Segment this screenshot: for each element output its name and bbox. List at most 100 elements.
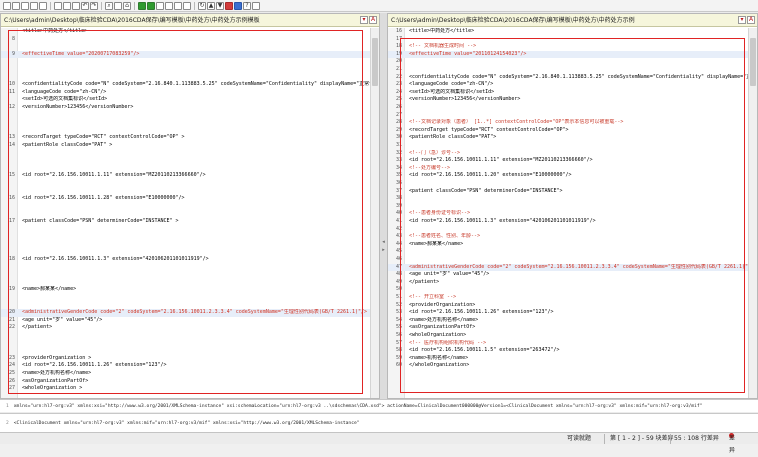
left-code-line[interactable]: 21 <age unit="岁" value="45"/> — [1, 317, 370, 325]
xml-preview-line-2[interactable]: 2 <ClinicalDocument xmlns="urn:hl7-org:v3… — [0, 413, 758, 432]
right-code-line[interactable]: 37 <patient classCode="PSN" determinerCo… — [388, 188, 748, 196]
right-font-icon[interactable]: A — [747, 16, 755, 24]
left-code-line[interactable] — [1, 340, 370, 348]
right-code-line[interactable]: 18 <!-- 文档机器生成时间 --> — [388, 43, 748, 51]
left-code-line[interactable] — [1, 210, 370, 218]
right-code-line[interactable]: 36 — [388, 180, 748, 188]
left-open-icon[interactable]: ▾ — [360, 16, 368, 24]
right-code-line[interactable]: 23 <languageCode code="zh-CN"/> — [388, 81, 748, 89]
right-code-line[interactable]: 28 <!--文档记录对象（患者） [1..*] contextControlC… — [388, 119, 748, 127]
left-code-line[interactable] — [1, 347, 370, 355]
left-code-line[interactable] — [1, 302, 370, 310]
right-code-line[interactable]: 24 <setId>可选的文档集标识</setId> — [388, 89, 748, 97]
left-font-icon[interactable]: A — [369, 16, 377, 24]
right-code-line[interactable]: 47 <administrativeGenderCode code="2" co… — [388, 263, 748, 272]
right-code-line[interactable]: 29 <recordTarget typeCode="RCT" contextC… — [388, 127, 748, 135]
right-file-pane[interactable]: C:\Users\admin\Desktop\临床检验CDA\2016CDA保存… — [387, 13, 758, 399]
left-code-line[interactable]: 25 <name>处方机构名称</name> — [1, 370, 370, 378]
left-code-line[interactable]: 9 <effectiveTime value="20200717083259"/… — [1, 50, 370, 59]
right-code-line[interactable]: 19 <effectiveTime value="20110124154023"… — [388, 50, 748, 59]
home-icon[interactable]: ⌂ — [123, 1, 131, 10]
left-code-line[interactable] — [1, 332, 370, 340]
merge-right-icon[interactable] — [183, 1, 191, 10]
left-code-line[interactable] — [1, 112, 370, 120]
left-code-line[interactable] — [1, 74, 370, 82]
right-code-line[interactable]: 17 — [388, 36, 748, 44]
right-code-line[interactable]: 35 <id root="2.16.156.10011.1.20" extens… — [388, 172, 748, 180]
left-code-line[interactable] — [1, 241, 370, 249]
right-file-path[interactable]: C:\Users\admin\Desktop\临床检验CDA\2016CDA保存… — [388, 14, 757, 27]
left-code-line[interactable] — [1, 264, 370, 272]
left-code-line[interactable] — [1, 248, 370, 256]
right-code-line[interactable]: 31 — [388, 142, 748, 150]
left-code-line[interactable] — [1, 43, 370, 51]
right-code-line[interactable]: 57 <!-- 医疗机构组织机构代码 --> — [388, 340, 748, 348]
right-code-line[interactable]: 49 </patient> — [388, 279, 748, 287]
right-code-line[interactable]: 40 <!--患者身份证号标识--> — [388, 210, 748, 218]
print-icon[interactable] — [39, 1, 47, 10]
copy-icon[interactable] — [63, 1, 71, 10]
splitter-arrows-icon[interactable]: ◂ ▸ — [381, 238, 386, 254]
up-icon[interactable]: ▲ — [207, 1, 215, 10]
left-code-line[interactable] — [1, 58, 370, 66]
right-code-line[interactable]: 52 <providerOrganization> — [388, 302, 748, 310]
right-code-line[interactable]: 48 <age unit="岁" value="45"/> — [388, 271, 748, 279]
save-icon[interactable] — [21, 1, 29, 10]
left-code-line[interactable]: 10 <confidentialityCode code="N" codeSys… — [1, 81, 370, 89]
right-code-line[interactable]: 27 — [388, 112, 748, 120]
left-code-line[interactable]: 24 <id root="2.16.156.10011.1.26" extens… — [1, 362, 370, 370]
right-scroll-thumb[interactable] — [750, 38, 756, 86]
right-code-line[interactable]: 39 — [388, 203, 748, 211]
left-code-line[interactable]: 15 <id root="2.16.156.10011.1.11" extens… — [1, 172, 370, 180]
paste-icon[interactable] — [72, 1, 80, 10]
next-diff-icon[interactable] — [147, 1, 155, 10]
left-code-line[interactable] — [1, 233, 370, 241]
left-code-line[interactable]: <title>中药处方</title> — [1, 28, 370, 36]
right-code-line[interactable]: 46 — [388, 256, 748, 264]
left-code-line[interactable]: 18 <id root="2.16.156.10011.1.3" extensi… — [1, 256, 370, 264]
left-code-line[interactable] — [1, 127, 370, 135]
right-code-line[interactable]: 41 <id root="2.16.156.10011.1.3" extensi… — [388, 218, 748, 226]
refresh-icon[interactable]: ↻ — [198, 1, 206, 10]
left-code-line[interactable] — [1, 119, 370, 127]
right-code-line[interactable]: 55 <asOrganizationPartOf> — [388, 324, 748, 332]
left-code-line[interactable]: 17 <patient classCode="PSN" determinerCo… — [1, 218, 370, 226]
right-code-line[interactable]: 25 <versionNumber>123456</versionNumber> — [388, 96, 748, 104]
open-icon[interactable] — [12, 1, 20, 10]
left-file-pane[interactable]: C:\Users\admin\Desktop\临床检验CDA\2016CDA保存… — [0, 13, 380, 399]
right-code-line[interactable]: 44 <name>郝某某</name> — [388, 241, 748, 249]
xml-preview-line-1[interactable]: 1 xmlns="urn:hl7-org:v3" xmlns:xsi="http:… — [0, 399, 758, 412]
left-code-line[interactable]: <setId>可选的文档集标识</setId> — [1, 96, 370, 104]
help-icon[interactable]: ? — [243, 1, 251, 10]
right-code-line[interactable]: 58 <id root="2.16.156.10011.1.5" extensi… — [388, 347, 748, 355]
left-code-editor[interactable]: <title>中药处方</title> 8 9 <effectiveTime val… — [1, 28, 370, 398]
left-code-line[interactable]: 22 </patient> — [1, 324, 370, 332]
merge-left-icon[interactable] — [174, 1, 182, 10]
right-code-line[interactable]: 20 — [388, 58, 748, 66]
right-code-line[interactable]: 42 — [388, 226, 748, 234]
left-code-line[interactable] — [1, 279, 370, 287]
right-open-icon[interactable]: ▾ — [738, 16, 746, 24]
left-code-line[interactable] — [1, 294, 370, 302]
pane-splitter[interactable]: ◂ ▸ — [380, 13, 387, 399]
new-icon[interactable] — [3, 1, 11, 10]
undo-icon[interactable]: ↶ — [81, 1, 89, 10]
right-code-line[interactable]: 22 <confidentialityCode code="N" codeSys… — [388, 74, 748, 82]
left-code-line[interactable]: 19 <name>郝某某</name> — [1, 286, 370, 294]
right-code-line[interactable]: 38 — [388, 195, 748, 203]
left-code-line[interactable] — [1, 393, 370, 398]
left-vertical-scrollbar[interactable] — [370, 28, 379, 398]
right-code-line[interactable]: 30 <patientRole classCode="PAT"> — [388, 134, 748, 142]
right-code-line[interactable]: 59 <name>机构名称</name> — [388, 355, 748, 363]
left-code-line[interactable] — [1, 188, 370, 196]
left-code-line[interactable] — [1, 180, 370, 188]
left-code-line[interactable] — [1, 150, 370, 158]
right-code-line[interactable]: 45 — [388, 248, 748, 256]
left-code-line[interactable]: 11 <languageCode code="zh-CN"/> — [1, 89, 370, 97]
right-code-line[interactable]: 51 <!-- 开立科室 --> — [388, 294, 748, 302]
first-diff-icon[interactable] — [156, 1, 164, 10]
right-code-line[interactable]: 53 <id root="2.16.156.10011.1.26" extens… — [388, 309, 748, 317]
right-code-editor[interactable]: 16 <title>中药处方</title> 17 18 <!-- 文档机器生成时间… — [388, 28, 748, 398]
left-code-line[interactable] — [1, 165, 370, 173]
right-code-line[interactable]: 16 <title>中药处方</title> — [388, 28, 748, 36]
